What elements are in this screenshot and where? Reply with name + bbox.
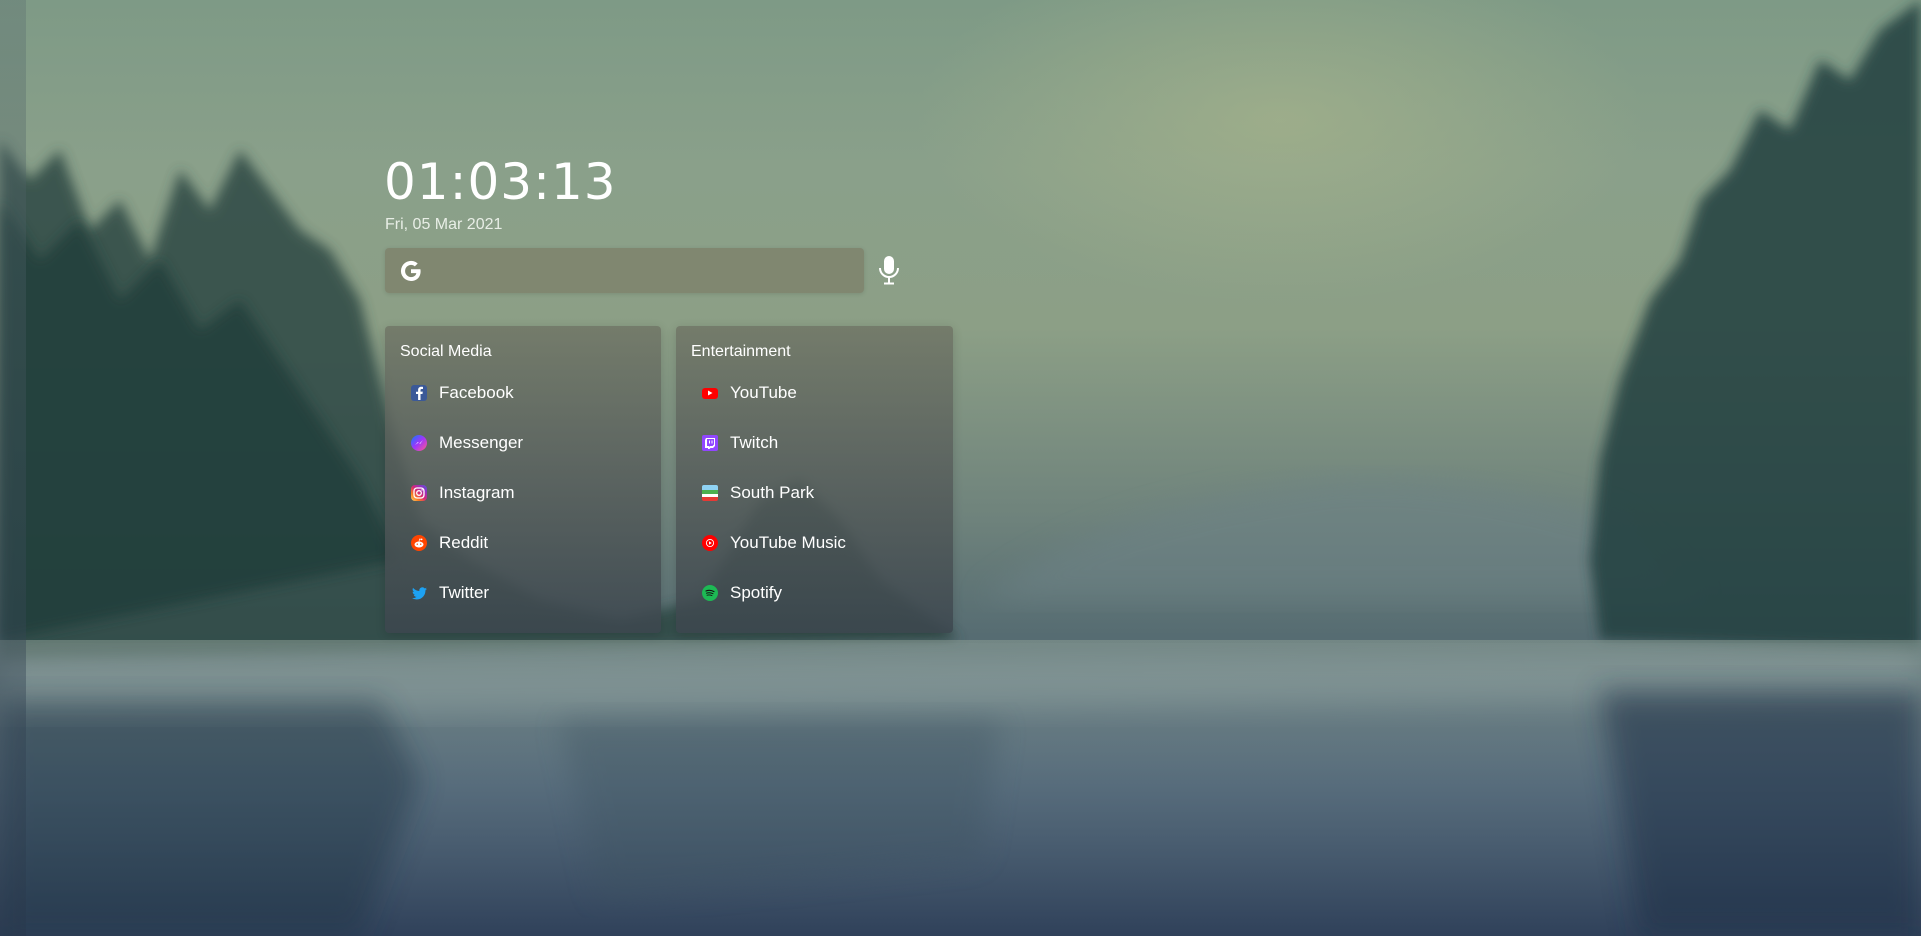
- entertainment-title: Entertainment: [691, 343, 791, 360]
- social-media-title: Social Media: [400, 343, 492, 360]
- twitter-label: Twitter: [439, 583, 490, 602]
- twitch-label: Twitch: [730, 433, 779, 452]
- twitch-link[interactable]: Twitch: [702, 431, 778, 455]
- messenger-label: Messenger: [439, 433, 524, 452]
- twitter-link[interactable]: Twitter: [411, 581, 489, 605]
- instagram-link[interactable]: Instagram: [411, 481, 515, 505]
- facebook-label: Facebook: [439, 383, 514, 402]
- entertainment-card: Entertainment YouTube Twitch South Park …: [676, 326, 953, 633]
- youtube-icon: [702, 387, 718, 399]
- list-item: Facebook: [411, 381, 523, 431]
- youtube-music-link[interactable]: YouTube Music: [702, 531, 846, 555]
- instagram-label: Instagram: [439, 483, 515, 502]
- youtube-link[interactable]: YouTube: [702, 381, 797, 405]
- forest-scenery-image: [0, 0, 1921, 936]
- list-item: Messenger: [411, 431, 523, 481]
- south-park-icon: [702, 485, 718, 501]
- reddit-link[interactable]: Reddit: [411, 531, 488, 555]
- google-icon[interactable]: [399, 259, 423, 283]
- youtube-music-icon: [702, 535, 718, 551]
- messenger-icon: [411, 435, 427, 451]
- list-item: Spotify: [702, 581, 846, 631]
- search-input[interactable]: [435, 248, 859, 295]
- spotify-link[interactable]: Spotify: [702, 581, 782, 605]
- list-item: South Park: [702, 481, 846, 531]
- social-media-card: Social Media Facebook Messenger Instagra…: [385, 326, 661, 633]
- facebook-link[interactable]: Facebook: [411, 381, 514, 405]
- facebook-icon: [411, 385, 427, 401]
- date-label: Fri, 05 Mar 2021: [385, 216, 503, 233]
- list-item: YouTube: [702, 381, 846, 431]
- spotify-label: Spotify: [730, 583, 782, 602]
- spotify-icon: [702, 585, 718, 601]
- list-item: Twitch: [702, 431, 846, 481]
- list-item: Reddit: [411, 531, 523, 581]
- search-bar: [385, 248, 864, 295]
- instagram-icon: [411, 485, 427, 501]
- reddit-icon: [411, 535, 427, 551]
- twitch-icon: [702, 435, 718, 451]
- messenger-link[interactable]: Messenger: [411, 431, 523, 455]
- list-item: Twitter: [411, 581, 523, 631]
- social-media-links: Facebook Messenger Instagram Reddit Twit…: [411, 381, 523, 631]
- entertainment-links: YouTube Twitch South Park YouTube Music …: [702, 381, 846, 631]
- reddit-label: Reddit: [439, 533, 489, 552]
- microphone-icon[interactable]: [876, 254, 902, 286]
- youtube-music-label: YouTube Music: [730, 533, 846, 552]
- wallpaper-background: [0, 0, 1921, 936]
- south-park-link[interactable]: South Park: [702, 481, 814, 505]
- clock-time: 01:03:13: [384, 153, 617, 211]
- south-park-label: South Park: [730, 483, 815, 502]
- list-item: Instagram: [411, 481, 523, 531]
- left-edge-strip: [0, 0, 26, 936]
- list-item: YouTube Music: [702, 531, 846, 581]
- twitter-icon: [411, 585, 427, 601]
- youtube-label: YouTube: [730, 383, 797, 402]
